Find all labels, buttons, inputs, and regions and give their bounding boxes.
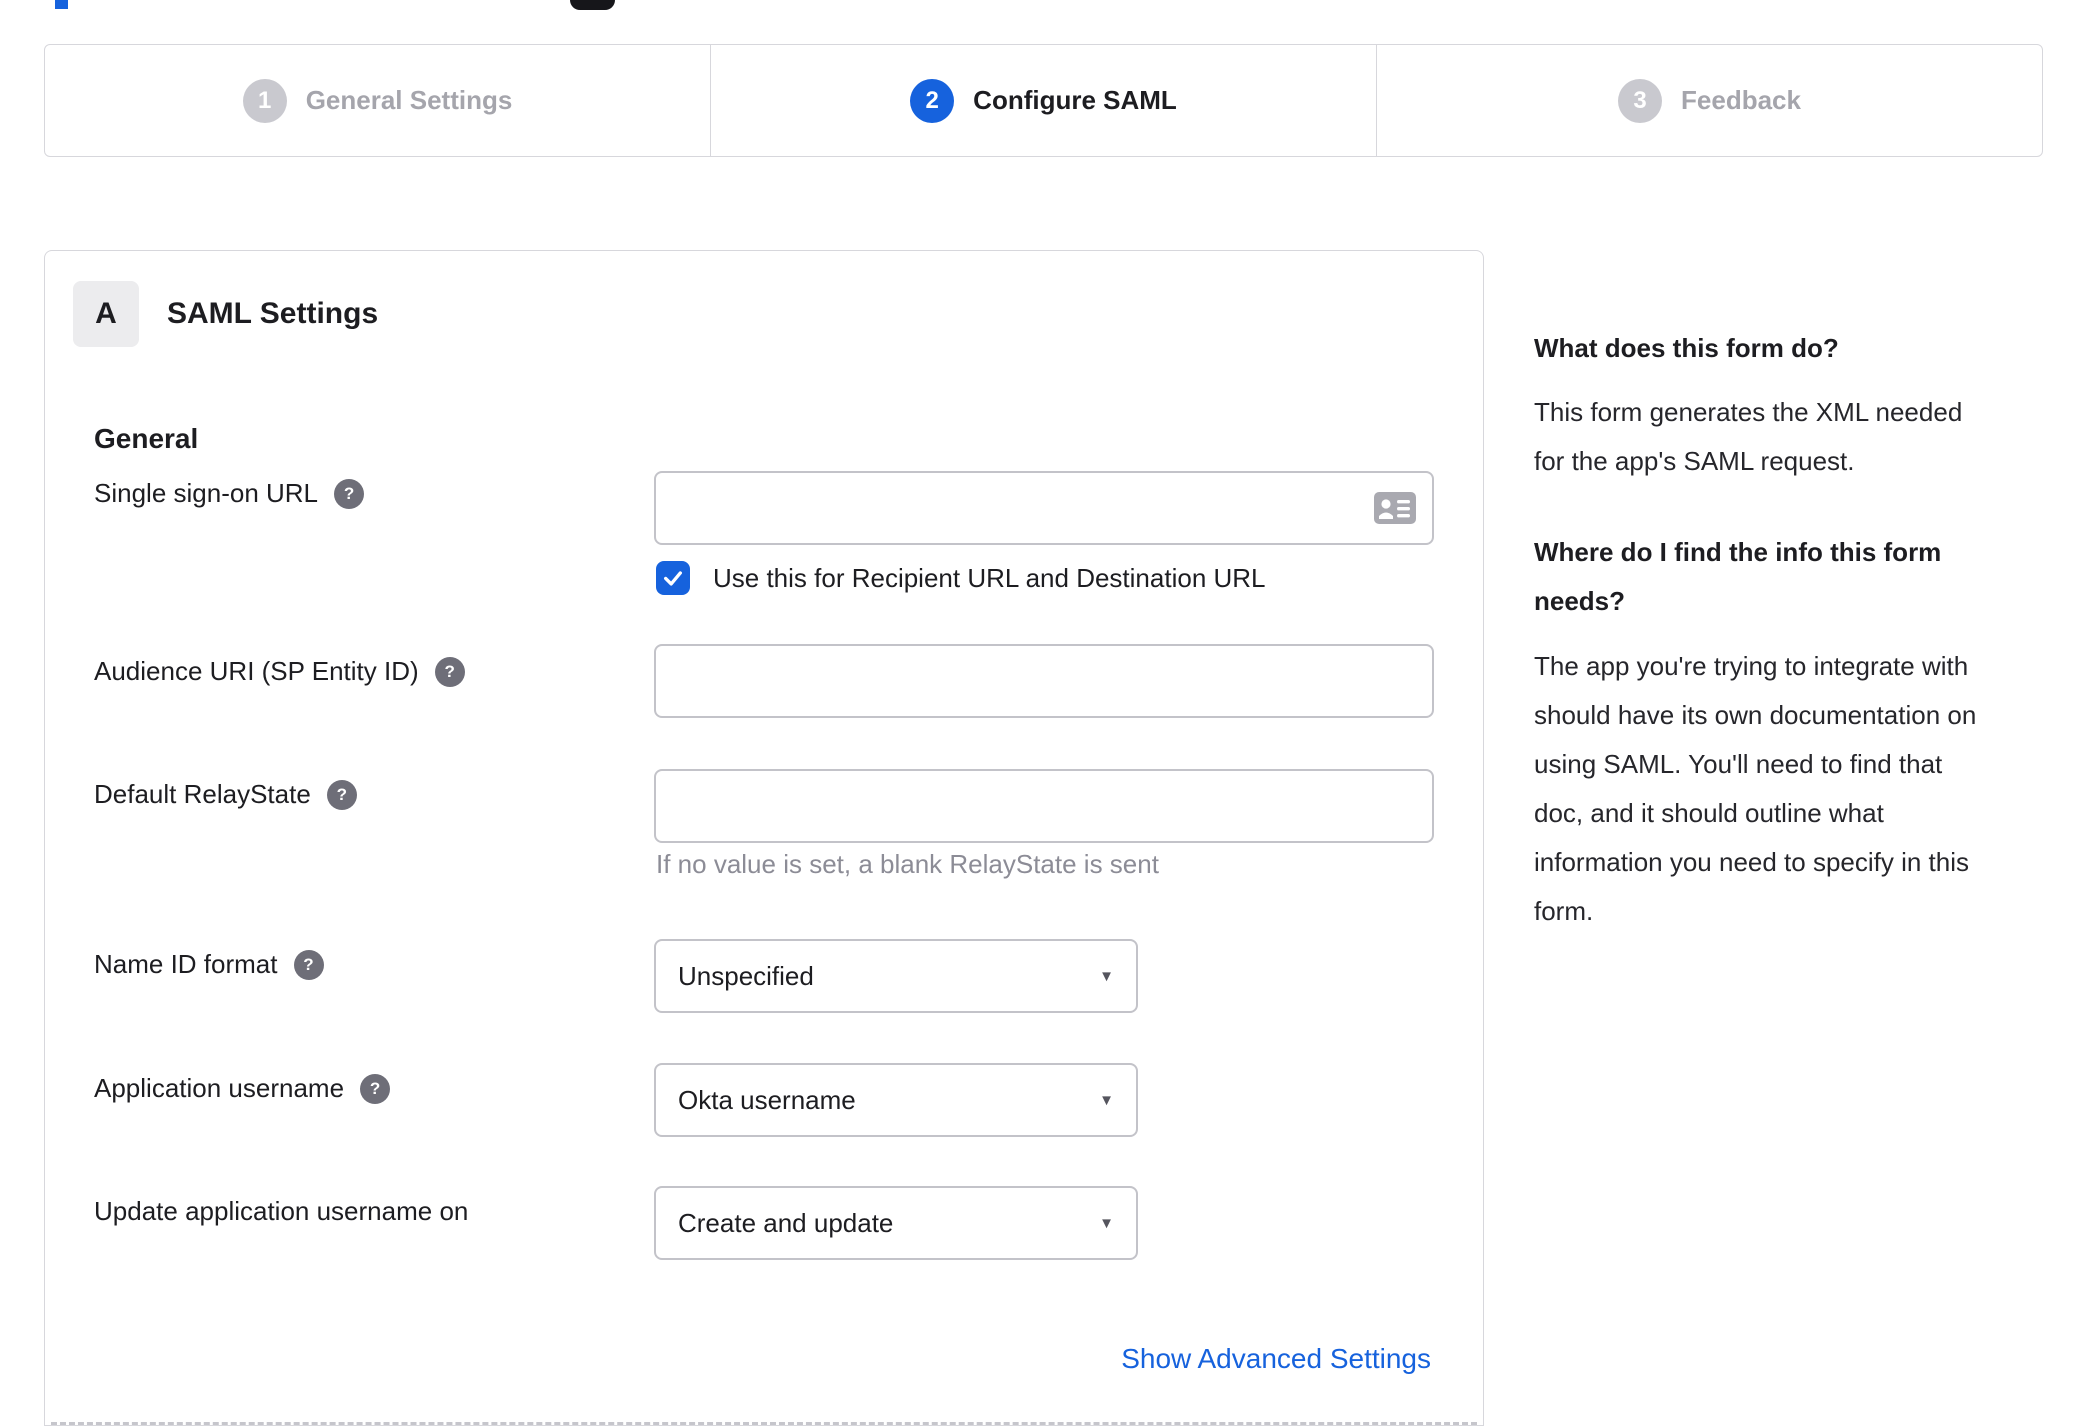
- chevron-down-icon: ▼: [1099, 967, 1114, 985]
- audience-uri-label-text: Audience URI (SP Entity ID): [94, 656, 419, 686]
- name-id-format-label: Name ID format ?: [94, 949, 324, 980]
- update-username-label: Update application username on: [94, 1196, 468, 1227]
- section-a-badge: A: [73, 281, 139, 347]
- recipient-url-checkbox-label: Use this for Recipient URL and Destinati…: [713, 563, 1266, 593]
- relay-state-label-text: Default RelayState: [94, 779, 311, 809]
- relay-state-label: Default RelayState ?: [94, 779, 357, 810]
- step-label: General Settings: [305, 85, 513, 115]
- help-answer-1: This form generates the XML needed for t…: [1534, 397, 1963, 476]
- sso-url-input[interactable]: [654, 471, 1434, 545]
- step-number-badge: 1: [242, 78, 287, 123]
- step-label: Feedback: [1681, 85, 1801, 115]
- help-icon[interactable]: ?: [293, 949, 324, 980]
- help-question-2: Where do I find the info this form needs…: [1534, 537, 1942, 616]
- step-general-settings[interactable]: 1 General Settings: [45, 45, 710, 156]
- clipped-header-accent: [55, 0, 68, 9]
- audience-uri-input[interactable]: [654, 644, 1434, 718]
- sso-url-label: Single sign-on URL ?: [94, 478, 365, 509]
- app-username-value: Okta username: [678, 1084, 856, 1115]
- help-question-1: What does this form do?: [1534, 333, 1839, 363]
- general-section-heading: General: [94, 423, 199, 454]
- wizard-stepper: 1 General Settings 2 Configure SAML 3 Fe…: [44, 44, 2043, 157]
- recipient-url-checkbox[interactable]: [656, 561, 690, 595]
- step-number-badge: 3: [1618, 78, 1663, 123]
- step-feedback[interactable]: 3 Feedback: [1376, 45, 2042, 156]
- chevron-down-icon: ▼: [1099, 1091, 1114, 1109]
- help-icon[interactable]: ?: [360, 1073, 391, 1104]
- update-username-label-text: Update application username on: [94, 1196, 469, 1226]
- update-username-value: Create and update: [678, 1207, 894, 1238]
- saml-settings-panel: A SAML Settings General Single sign-on U…: [44, 250, 1484, 1426]
- panel-title: SAML Settings: [167, 297, 379, 330]
- help-icon[interactable]: ?: [334, 478, 365, 509]
- app-username-label: Application username ?: [94, 1073, 391, 1104]
- show-advanced-settings-link[interactable]: Show Advanced Settings: [1121, 1343, 1431, 1375]
- help-icon[interactable]: ?: [434, 656, 465, 687]
- clipped-header-icon: [570, 0, 615, 10]
- chevron-down-icon: ▼: [1099, 1214, 1114, 1232]
- audience-uri-label: Audience URI (SP Entity ID) ?: [94, 656, 465, 687]
- check-icon: [664, 571, 682, 586]
- section-dashed-divider: [51, 1422, 1477, 1425]
- panel-header: A SAML Settings: [73, 281, 378, 347]
- update-username-select[interactable]: Create and update ▼: [654, 1186, 1138, 1260]
- name-id-format-label-text: Name ID format: [94, 949, 278, 979]
- app-username-select[interactable]: Okta username ▼: [654, 1063, 1138, 1137]
- step-configure-saml[interactable]: 2 Configure SAML: [710, 45, 1376, 156]
- step-label: Configure SAML: [973, 85, 1177, 115]
- name-id-format-select[interactable]: Unspecified ▼: [654, 939, 1138, 1013]
- name-id-format-value: Unspecified: [678, 960, 814, 991]
- relay-state-helper: If no value is set, a blank RelayState i…: [656, 849, 1159, 879]
- sso-url-label-text: Single sign-on URL: [94, 478, 319, 508]
- sso-url-input-wrap: [654, 471, 1434, 545]
- app-username-label-text: Application username: [94, 1073, 345, 1103]
- step-number-badge: 2: [910, 78, 955, 123]
- help-icon[interactable]: ?: [326, 779, 357, 810]
- relay-state-input[interactable]: [654, 769, 1434, 843]
- help-answer-2: The app you're trying to integrate with …: [1534, 651, 1977, 926]
